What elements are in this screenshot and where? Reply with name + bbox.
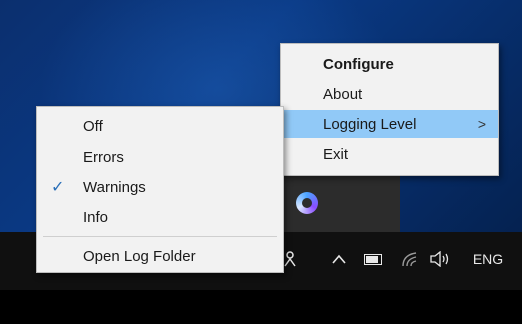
menu-item-label: Logging Level <box>323 115 417 133</box>
menu-item-off[interactable]: Off <box>37 112 283 140</box>
menu-item-label: Off <box>83 117 103 135</box>
menu-item-about[interactable]: About <box>281 80 498 108</box>
people-icon[interactable] <box>283 244 297 274</box>
chevron-right-icon: > <box>477 116 486 132</box>
volume-icon[interactable] <box>428 244 452 274</box>
menu-item-info[interactable]: Info <box>37 203 283 231</box>
menu-item-label: Errors <box>83 148 124 166</box>
menu-item-open-log-folder[interactable]: Open Log Folder <box>37 242 283 270</box>
menu-item-configure[interactable]: Configure <box>281 50 498 78</box>
battery-icon[interactable] <box>362 244 384 274</box>
tray-context-menu: Configure About Logging Level > Exit <box>280 43 499 176</box>
menu-separator <box>43 236 277 237</box>
menu-item-exit[interactable]: Exit <box>281 140 498 168</box>
checkmark-icon: ✓ <box>51 179 65 196</box>
app-logo-icon[interactable] <box>296 192 318 214</box>
menu-item-logging-level[interactable]: Logging Level > <box>281 110 498 138</box>
menu-item-label: Configure <box>323 55 394 73</box>
menu-item-label: About <box>323 85 363 103</box>
menu-item-warnings[interactable]: ✓ Warnings <box>37 173 283 201</box>
menu-item-label: Exit <box>323 145 349 163</box>
menu-item-label: Open Log Folder <box>83 247 196 265</box>
logging-level-submenu: Off Errors ✓ Warnings Info Open Log Fold… <box>36 106 284 273</box>
menu-item-label: Info <box>83 208 109 226</box>
language-indicator[interactable]: ENG <box>470 244 506 274</box>
chevron-up-icon[interactable] <box>330 244 348 274</box>
wifi-icon[interactable] <box>400 244 420 274</box>
taskbar-bottom-strip <box>0 290 522 324</box>
menu-item-errors[interactable]: Errors <box>37 143 283 171</box>
menu-item-label: Warnings <box>83 178 146 196</box>
